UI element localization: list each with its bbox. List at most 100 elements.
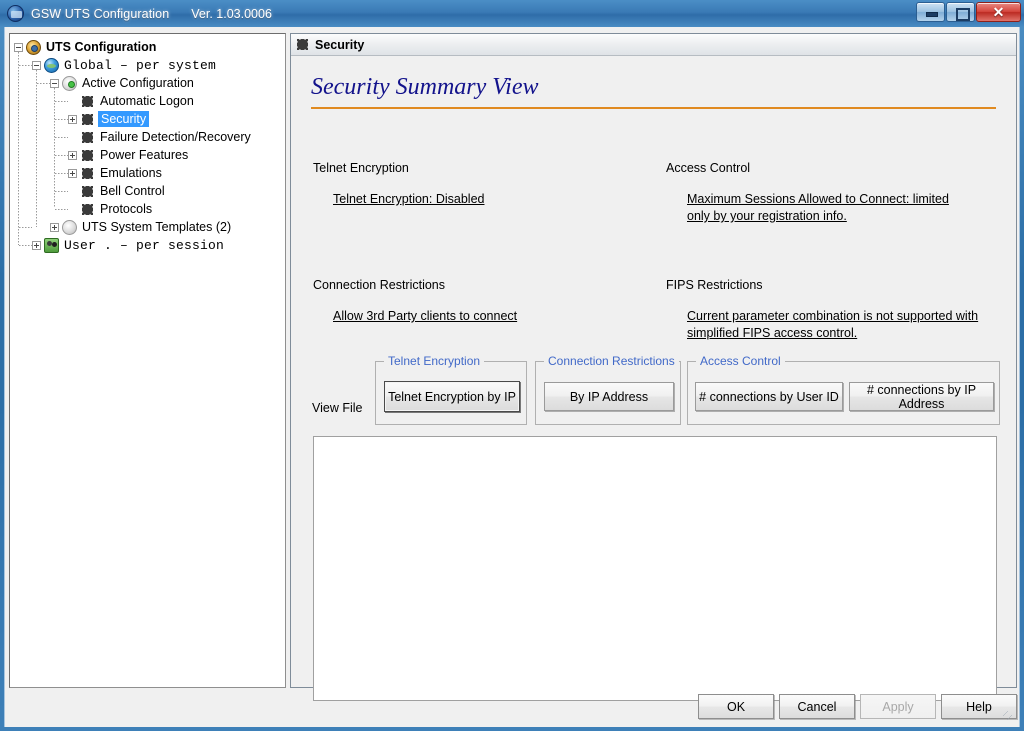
tree-item-label: Global – per system — [64, 57, 217, 73]
gear-icon — [80, 201, 95, 217]
output-text-area[interactable] — [313, 436, 997, 701]
panel-header: Security — [291, 34, 1016, 56]
section-link-connection-restrictions[interactable]: Allow 3rd Party clients to connect — [333, 308, 633, 325]
maximize-button[interactable] — [946, 2, 975, 22]
gear-green-icon — [62, 75, 77, 91]
tree-item-label: Security — [98, 111, 150, 127]
tree-guide — [19, 65, 32, 66]
configuration-tree[interactable]: UTS Configuration Global – per system Acti… — [9, 33, 286, 688]
section-heading-fips-restrictions: FIPS Restrictions — [666, 278, 763, 292]
panel-header-title: Security — [315, 37, 365, 52]
application-window: GSW UTS Configuration Ver. 1.03.0006 ✕ U… — [0, 0, 1024, 731]
tree-guide — [55, 191, 68, 192]
tree-item-security[interactable]: Security — [68, 110, 150, 128]
gear-icon — [80, 147, 95, 163]
section-link-telnet-encryption[interactable]: Telnet Encryption: Disabled — [333, 191, 633, 208]
gear-icon — [80, 183, 95, 199]
dialog-button-bar: OK Cancel Apply Help — [5, 688, 1021, 727]
gear-icon — [80, 165, 95, 181]
tree-item-protocols[interactable]: Protocols — [68, 200, 154, 218]
tree-item-label: Power Features — [100, 148, 189, 162]
group-telnet-encryption: Telnet Encryption Telnet Encryption by I… — [375, 354, 527, 425]
tree-item-label: Emulations — [100, 166, 162, 180]
expand-icon[interactable] — [68, 168, 77, 178]
tree-item-label: UTS Configuration — [46, 40, 157, 54]
tree-item-label: Failure Detection/Recovery — [100, 130, 251, 144]
minimize-button[interactable] — [916, 2, 945, 22]
minimize-icon — [925, 7, 938, 18]
tree-item-bell-control[interactable]: Bell Control — [68, 182, 167, 200]
tree-guide — [55, 101, 68, 102]
globe-icon — [44, 57, 59, 73]
tree-item-label: User . – per session — [64, 237, 225, 253]
button-connections-by-user-id[interactable]: # connections by User ID — [695, 382, 843, 411]
gear-icon — [80, 129, 95, 145]
tree-item-failure-detection-recovery[interactable]: Failure Detection/Recovery — [68, 128, 253, 146]
collapse-icon[interactable] — [32, 60, 41, 70]
tree-item-label: Automatic Logon — [100, 94, 194, 108]
gear-icon — [80, 93, 95, 109]
tree-item-uts-configuration[interactable]: UTS Configuration — [14, 38, 158, 56]
button-by-ip-address[interactable]: By IP Address — [544, 382, 674, 411]
app-globe-icon — [7, 5, 24, 22]
close-icon: ✕ — [992, 3, 1005, 20]
tree-guide — [54, 88, 55, 208]
section-heading-access-control: Access Control — [666, 161, 751, 175]
section-heading-telnet-encryption: Telnet Encryption — [313, 161, 409, 175]
security-panel: Security Security Summary View Telnet En… — [290, 33, 1017, 701]
tree-item-power-features[interactable]: Power Features — [68, 146, 190, 164]
window-version: Ver. 1.03.0006 — [191, 6, 272, 21]
expand-icon[interactable] — [50, 222, 59, 232]
tree-guide — [19, 245, 32, 246]
group-access-control: Access Control # connections by User ID … — [687, 354, 1000, 425]
apply-button: Apply — [860, 694, 936, 719]
tree-guide — [55, 209, 68, 210]
tree-item-active-configuration[interactable]: Active Configuration — [50, 74, 196, 92]
resize-grip[interactable] — [1003, 711, 1017, 725]
section-link-access-control[interactable]: Maximum Sessions Allowed to Connect: lim… — [687, 191, 972, 225]
group-label-telnet-encryption: Telnet Encryption — [384, 354, 485, 368]
tree-item-uts-system-templates-2[interactable]: UTS System Templates (2) — [50, 218, 233, 236]
tree-guide — [36, 70, 37, 227]
collapse-icon[interactable] — [50, 78, 59, 88]
button-connections-by-ip-address[interactable]: # connections by IP Address — [849, 382, 994, 411]
expand-icon[interactable] — [32, 240, 41, 250]
tree-item-label: Bell Control — [100, 184, 165, 198]
tree-guide — [55, 119, 68, 120]
button-telnet-encryption-by-ip[interactable]: Telnet Encryption by IP — [384, 381, 520, 412]
expand-icon[interactable] — [68, 150, 77, 160]
title-bar[interactable]: GSW UTS Configuration Ver. 1.03.0006 ✕ — [0, 0, 1024, 27]
tree-guide — [55, 173, 68, 174]
section-link-fips-restrictions[interactable]: Current parameter combination is not sup… — [687, 308, 979, 342]
cancel-button[interactable]: Cancel — [779, 694, 855, 719]
tree-guide — [18, 52, 19, 245]
tree-item-automatic-logon[interactable]: Automatic Logon — [68, 92, 196, 110]
tree-item-label: UTS System Templates (2) — [82, 220, 232, 234]
gear-gray-icon — [62, 219, 77, 235]
tree-guide — [55, 137, 68, 138]
ok-button[interactable]: OK — [698, 694, 774, 719]
tree-item-global-per-system[interactable]: Global – per system — [32, 56, 218, 74]
section-heading-connection-restrictions: Connection Restrictions — [313, 278, 446, 292]
close-button[interactable]: ✕ — [976, 2, 1021, 22]
page-title: Security Summary View — [311, 74, 996, 109]
tree-item-label: Protocols — [100, 202, 153, 216]
tree-item-emulations[interactable]: Emulations — [68, 164, 164, 182]
tree-guide — [37, 83, 50, 84]
window-controls: ✕ — [915, 2, 1021, 22]
group-label-connection-restrictions: Connection Restrictions — [544, 354, 679, 368]
view-file-label: View File — [312, 401, 363, 415]
gear-icon — [80, 111, 95, 127]
gear-icon — [295, 37, 310, 52]
client-area: UTS Configuration Global – per system Acti… — [4, 27, 1020, 727]
gear-gold-icon — [26, 39, 41, 55]
collapse-icon[interactable] — [14, 42, 23, 52]
tree-item-user-per-session[interactable]: User . – per session — [32, 236, 226, 254]
group-label-access-control: Access Control — [696, 354, 785, 368]
expand-icon[interactable] — [68, 114, 77, 124]
group-connection-restrictions: Connection Restrictions By IP Address — [535, 354, 681, 425]
